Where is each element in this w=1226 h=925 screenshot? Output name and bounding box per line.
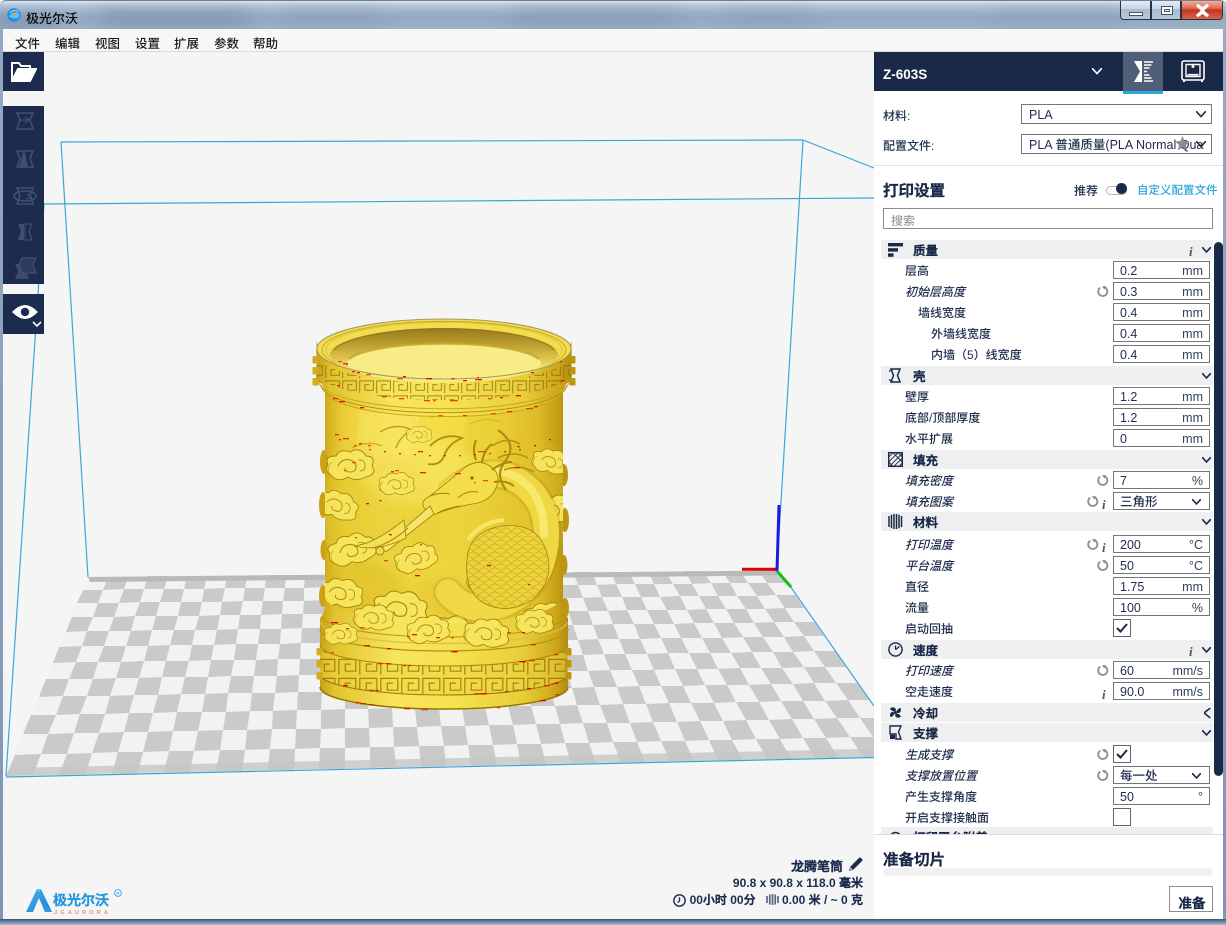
svg-text:极光尔沃: 极光尔沃 — [53, 890, 110, 910]
svg-text:JGAURORA: JGAURORA — [54, 908, 111, 915]
